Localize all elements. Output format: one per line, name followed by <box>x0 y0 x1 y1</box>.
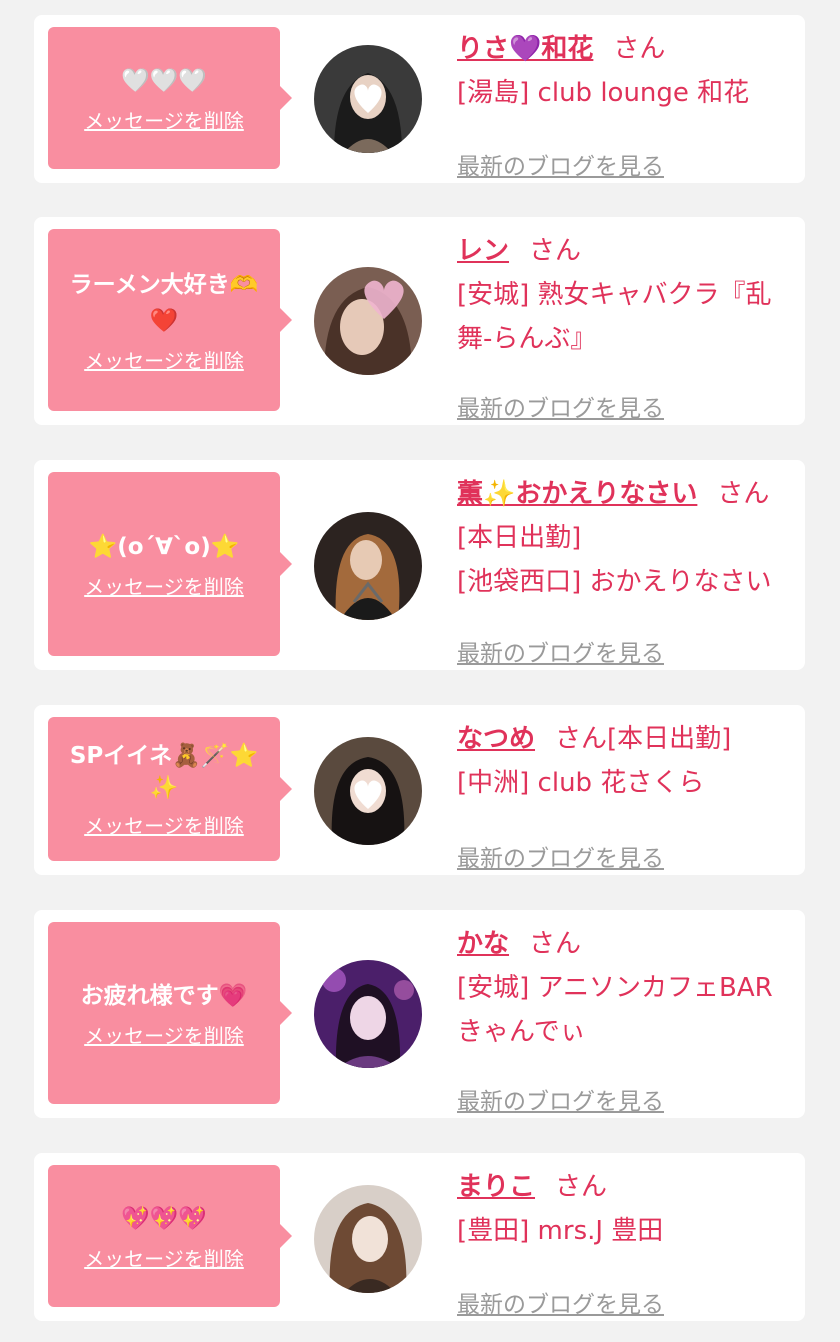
honorific: さん <box>555 724 608 754</box>
message-text: 🤍🤍🤍 <box>121 67 207 94</box>
honorific: さん <box>529 929 582 959</box>
user-name-link[interactable]: なつめ <box>457 724 535 754</box>
message-card: お疲れ様です💗 メッセージを削除 かな さん [安城] アニソンカフェBAR きゃ… <box>34 910 805 1118</box>
message-text: ラーメン大好き🫶❤️ <box>69 271 259 334</box>
avatar[interactable] <box>314 512 422 620</box>
honorific: さん <box>613 34 666 64</box>
name-line: りさ💜和花 さん <box>457 27 792 71</box>
shop-name: [湯島] club lounge 和花 <box>457 78 750 108</box>
user-info: まりこ さん [豊田] mrs.J 豊田 最新のブログを見る <box>457 1165 792 1318</box>
honorific: さん <box>717 479 770 509</box>
message-card: ⭐(o´∀`o)⭐ メッセージを削除 薫✨おかえりなさい さん [本日出勤] [池袋… <box>34 460 805 670</box>
user-info: なつめ さん[本日出勤] [中洲] club 花さくら 最新のブログを見る <box>457 717 792 872</box>
avatar[interactable] <box>314 45 422 153</box>
message-bubble: 💖💖💖 メッセージを削除 <box>48 1165 292 1307</box>
latest-blog-link[interactable]: 最新のブログを見る <box>457 147 664 181</box>
user-info: りさ💜和花 さん [湯島] club lounge 和花 最新のブログを見る <box>457 27 792 180</box>
status-suffix: [本日出勤] <box>457 523 582 553</box>
message-bubble: お疲れ様です💗 メッセージを削除 <box>48 922 292 1104</box>
delete-message-link[interactable]: メッセージを削除 <box>84 571 244 600</box>
shop-name: [豊田] mrs.J 豊田 <box>457 1216 664 1246</box>
delete-message-link[interactable]: メッセージを削除 <box>84 1243 244 1272</box>
message-bubble: ラーメン大好き🫶❤️ メッセージを削除 <box>48 229 292 411</box>
shop-name: [池袋西口] おかえりなさい <box>457 567 772 597</box>
shop-name: [安城] アニソンカフェBAR きゃんでぃ <box>457 973 773 1047</box>
name-line: 薫✨おかえりなさい さん [本日出勤] <box>457 472 792 560</box>
latest-blog-link[interactable]: 最新のブログを見る <box>457 389 664 423</box>
avatar[interactable] <box>314 960 422 1068</box>
message-bubble: 🤍🤍🤍 メッセージを削除 <box>48 27 292 169</box>
honorific: さん <box>555 1172 608 1202</box>
avatar[interactable] <box>314 737 422 845</box>
user-name-link[interactable]: 薫✨おかえりなさい <box>457 479 697 509</box>
name-line: まりこ さん <box>457 1165 792 1209</box>
message-bubble: ⭐(o´∀`o)⭐ メッセージを削除 <box>48 472 292 656</box>
message-card: SPイイネ🧸🪄⭐✨ メッセージを削除 なつめ さん[本日出勤] [中洲] club… <box>34 705 805 875</box>
message-text: お疲れ様です💗 <box>80 982 248 1009</box>
user-info: かな さん [安城] アニソンカフェBAR きゃんでぃ 最新のブログを見る <box>457 922 792 1115</box>
shop-name: [中洲] club 花さくら <box>457 768 705 798</box>
user-name-link[interactable]: りさ💜和花 <box>457 34 593 64</box>
delete-message-link[interactable]: メッセージを削除 <box>84 1020 244 1049</box>
shop-name: [安城] 熟女キャバクラ『乱舞-らんぶ』 <box>457 280 772 354</box>
user-name-link[interactable]: まりこ <box>457 1172 535 1202</box>
honorific: さん <box>529 236 582 266</box>
user-name-link[interactable]: かな <box>457 929 509 959</box>
message-text: 💖💖💖 <box>121 1205 207 1232</box>
latest-blog-link[interactable]: 最新のブログを見る <box>457 1082 664 1116</box>
avatar[interactable] <box>314 1185 422 1293</box>
message-bubble: SPイイネ🧸🪄⭐✨ メッセージを削除 <box>48 717 292 861</box>
name-line: なつめ さん[本日出勤] <box>457 717 792 761</box>
message-text: SPイイネ🧸🪄⭐✨ <box>69 742 259 801</box>
avatar[interactable] <box>314 267 422 375</box>
latest-blog-link[interactable]: 最新のブログを見る <box>457 839 664 873</box>
user-info: 薫✨おかえりなさい さん [本日出勤] [池袋西口] おかえりなさい 最新のブログを… <box>457 472 792 667</box>
latest-blog-link[interactable]: 最新のブログを見る <box>457 1285 664 1319</box>
message-card: ラーメン大好き🫶❤️ メッセージを削除 レン さん [安城] 熟女キャバクラ『乱舞… <box>34 217 805 425</box>
message-text: ⭐(o´∀`o)⭐ <box>88 533 240 560</box>
name-line: レン さん <box>457 229 792 273</box>
message-card: 🤍🤍🤍 メッセージを削除 りさ💜和花 さん [湯島] club lounge 和花… <box>34 15 805 183</box>
status-suffix: [本日出勤] <box>607 724 732 754</box>
delete-message-link[interactable]: メッセージを削除 <box>84 810 244 839</box>
latest-blog-link[interactable]: 最新のブログを見る <box>457 634 664 668</box>
delete-message-link[interactable]: メッセージを削除 <box>84 345 244 374</box>
user-name-link[interactable]: レン <box>457 236 509 266</box>
delete-message-link[interactable]: メッセージを削除 <box>84 105 244 134</box>
name-line: かな さん <box>457 922 792 966</box>
message-card: 💖💖💖 メッセージを削除 まりこ さん [豊田] mrs.J 豊田 最新のブログを… <box>34 1153 805 1321</box>
user-info: レン さん [安城] 熟女キャバクラ『乱舞-らんぶ』 最新のブログを見る <box>457 229 792 422</box>
